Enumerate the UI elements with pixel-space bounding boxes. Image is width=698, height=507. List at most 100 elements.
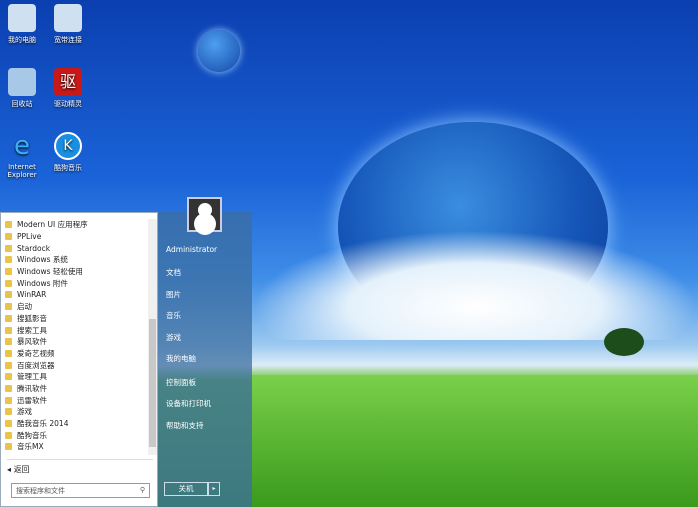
folder-icon: [5, 326, 12, 334]
folder-icon: [5, 279, 12, 287]
program-label: Windows 附件: [17, 278, 68, 288]
icon-label: 宽带连接: [54, 36, 82, 44]
scrollbar-thumb[interactable]: [149, 319, 156, 447]
back-label: 返回: [13, 465, 30, 474]
desktop-icon-recycle-bin[interactable]: 回收站: [0, 68, 48, 109]
start-menu-link[interactable]: 音乐: [166, 310, 181, 321]
folder-icon: [5, 431, 12, 439]
start-menu-link[interactable]: 帮助和支持: [166, 420, 204, 431]
program-label: 搜狐影音: [17, 313, 47, 323]
program-label: Modern UI 应用程序: [17, 220, 88, 230]
program-folder[interactable]: Windows 系统: [5, 254, 147, 266]
program-label: 爱奇艺视频: [17, 348, 55, 358]
folder-icon: [5, 384, 12, 392]
program-folder[interactable]: 搜索工具: [5, 324, 147, 336]
program-folder[interactable]: 酷我音乐 2014: [5, 418, 147, 430]
search-placeholder: 搜索程序和文件: [16, 487, 65, 495]
program-label: Windows 轻松使用: [17, 267, 83, 277]
program-label: Stardock: [17, 243, 51, 253]
program-label: 搜索工具: [17, 325, 47, 335]
program-folder[interactable]: 音乐MX: [5, 441, 147, 453]
folder-icon: [5, 420, 12, 428]
start-menu-right-panel: Administrator 文档图片音乐游戏我的电脑控制面板设备和打印机 帮助和支…: [158, 212, 252, 507]
folder-icon: [5, 408, 12, 416]
program-label: Windows 系统: [17, 255, 68, 265]
folder-icon: [5, 314, 12, 322]
folder-icon: [5, 396, 12, 404]
icon-label: Internet Explorer: [7, 163, 37, 179]
program-folder[interactable]: 游戏: [5, 406, 147, 418]
program-folder[interactable]: WinRAR: [5, 289, 147, 301]
program-folder[interactable]: 爱奇艺视频: [5, 348, 147, 360]
shutdown-button[interactable]: 关机: [164, 482, 208, 496]
program-label: 启动: [17, 302, 32, 312]
program-folder[interactable]: 暴风软件: [5, 336, 147, 348]
start-menu-link[interactable]: 设备和打印机: [166, 398, 211, 409]
start-menu-link[interactable]: 文档: [166, 267, 181, 278]
folder-icon: [5, 244, 12, 252]
program-folder[interactable]: 酷狗音乐: [5, 429, 147, 441]
user-name[interactable]: Administrator: [166, 245, 217, 254]
recycle-bin-icon: [8, 68, 36, 96]
program-folder[interactable]: 管理工具: [5, 371, 147, 383]
folder-icon: [5, 256, 12, 264]
folder-icon: [5, 349, 12, 357]
program-folder[interactable]: 迅雷软件: [5, 394, 147, 406]
desktop-icon-computer[interactable]: 我的电脑: [0, 4, 48, 45]
icon-label: 酷狗音乐: [54, 164, 82, 172]
start-menu-programs-panel: Modern UI 应用程序 PPLive Stardock Windows 系统 Wi…: [0, 212, 158, 507]
start-menu-link[interactable]: 我的电脑: [166, 353, 196, 364]
program-label: PPLive: [17, 232, 42, 242]
wallpaper-tree: [604, 328, 644, 356]
start-menu-link[interactable]: 控制面板: [166, 377, 196, 388]
folder-icon: [5, 361, 12, 369]
start-menu-link[interactable]: 游戏: [166, 332, 181, 343]
wallpaper-grass: [252, 375, 698, 507]
wallpaper-moon: [198, 30, 240, 72]
user-avatar[interactable]: [187, 197, 222, 232]
search-icon: ⚲: [139, 486, 145, 494]
folder-icon: [5, 268, 12, 276]
program-folder[interactable]: 腾讯软件: [5, 383, 147, 395]
driver-genius-icon: 驱: [54, 68, 82, 96]
search-input[interactable]: 搜索程序和文件 ⚲: [11, 483, 150, 498]
program-label: 管理工具: [17, 372, 47, 382]
back-button[interactable]: ◂ 返回: [7, 459, 153, 475]
desktop-icon-ie[interactable]: e Internet Explorer: [0, 132, 48, 179]
computer-icon: [8, 4, 36, 32]
desktop-icon-kugou[interactable]: K 酷狗音乐: [42, 132, 94, 173]
icon-label: 我的电脑: [8, 36, 36, 44]
shutdown-options-button[interactable]: ▸: [208, 482, 220, 496]
folder-icon: [5, 443, 12, 451]
program-folder[interactable]: Stardock: [5, 242, 147, 254]
program-list: Modern UI 应用程序 PPLive Stardock Windows 系统 Wi…: [5, 219, 147, 453]
program-folder[interactable]: 百度浏览器: [5, 359, 147, 371]
wallpaper-clouds: [252, 230, 698, 340]
program-label: 音乐MX: [17, 442, 44, 452]
folder-icon: [5, 373, 12, 381]
program-folder[interactable]: Modern UI 应用程序: [5, 219, 147, 231]
program-label: 酷狗音乐: [17, 430, 47, 440]
program-label: 百度浏览器: [17, 360, 55, 370]
network-icon: [54, 4, 82, 32]
program-folder[interactable]: 搜狐影音: [5, 313, 147, 325]
program-folder[interactable]: PPLive: [5, 231, 147, 243]
icon-label: 回收站: [11, 100, 33, 108]
kugou-icon: K: [54, 132, 82, 160]
program-label: 迅雷软件: [17, 395, 47, 405]
start-menu-link[interactable]: 图片: [166, 289, 181, 300]
program-label: 腾讯软件: [17, 383, 47, 393]
folder-icon: [5, 221, 12, 229]
program-label: 酷我音乐 2014: [17, 419, 69, 429]
scrollbar[interactable]: [148, 219, 157, 455]
program-folder[interactable]: 启动: [5, 301, 147, 313]
folder-icon: [5, 338, 12, 346]
program-folder[interactable]: Windows 轻松使用: [5, 266, 147, 278]
program-folder[interactable]: Windows 附件: [5, 277, 147, 289]
program-label: 游戏: [17, 407, 32, 417]
folder-icon: [5, 233, 12, 241]
desktop-icon-broadband[interactable]: 宽带连接: [42, 4, 94, 45]
folder-icon: [5, 291, 12, 299]
desktop-icon-driver-genius[interactable]: 驱驱动精灵: [42, 68, 94, 109]
ie-icon: e: [14, 131, 30, 161]
